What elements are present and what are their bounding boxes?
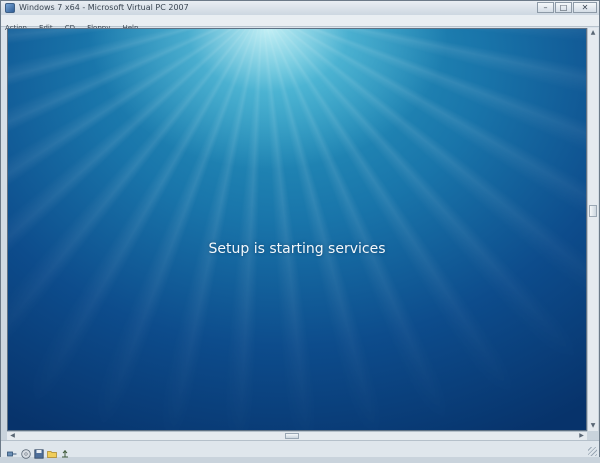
light-rays-background: [8, 29, 586, 430]
minimize-button[interactable]: –: [537, 2, 554, 13]
usb-icon[interactable]: [60, 444, 70, 458]
menu-bar: Action Edit CD Floppy Help: [1, 15, 599, 32]
horizontal-scroll-thumb[interactable]: [285, 433, 299, 439]
horizontal-scrollbar[interactable]: ◀ ▶: [7, 431, 587, 440]
resize-grip[interactable]: [588, 447, 597, 456]
floppy-icon[interactable]: [34, 444, 44, 459]
scroll-down-arrow-icon[interactable]: ▼: [589, 422, 597, 430]
virtual-pc-window: Windows 7 x64 - Microsoft Virtual PC 200…: [0, 0, 600, 459]
virtual-pc-app-icon[interactable]: [5, 3, 15, 13]
title-bar[interactable]: Windows 7 x64 - Microsoft Virtual PC 200…: [1, 1, 599, 15]
network-icon[interactable]: [7, 444, 17, 457]
shared-folder-icon[interactable]: [47, 444, 57, 458]
window-title: Windows 7 x64 - Microsoft Virtual PC 200…: [19, 3, 189, 12]
scroll-up-arrow-icon[interactable]: ▲: [589, 29, 597, 37]
vertical-scroll-thumb[interactable]: [589, 205, 597, 217]
maximize-button[interactable]: □: [555, 2, 572, 13]
vm-display[interactable]: Setup is starting services: [7, 28, 587, 431]
close-button[interactable]: ✕: [573, 2, 597, 13]
scroll-right-arrow-icon[interactable]: ▶: [577, 432, 586, 440]
setup-status-message: Setup is starting services: [208, 241, 386, 257]
window-controls: – □ ✕: [536, 2, 597, 14]
status-bar: [1, 440, 599, 459]
vertical-scrollbar[interactable]: ▲ ▼: [587, 28, 598, 431]
scroll-left-arrow-icon[interactable]: ◀: [8, 432, 17, 440]
cd-icon[interactable]: [21, 444, 31, 459]
